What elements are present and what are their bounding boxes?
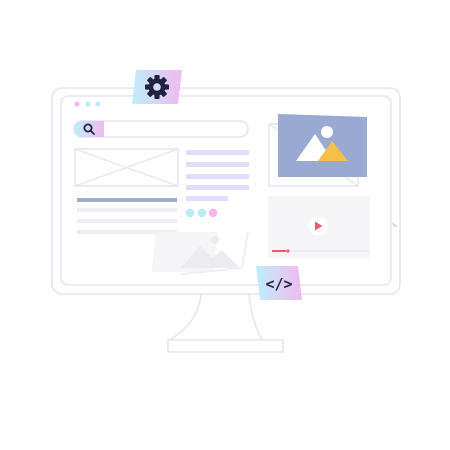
dot-3 [208, 208, 218, 218]
monitor-base [167, 339, 284, 353]
photo-card[interactable] [268, 114, 367, 187]
code-badge[interactable]: </> [256, 266, 302, 300]
gear-icon [145, 75, 169, 99]
pagination-dots[interactable] [185, 208, 218, 218]
illustration-stage: </> [0, 0, 450, 450]
video-player[interactable] [268, 196, 370, 258]
code-icon: </> [265, 275, 292, 293]
dot-2 [197, 208, 207, 218]
window-dot-cyan-2 [95, 101, 101, 107]
window-dot-pink [74, 101, 80, 107]
web-development-illustration: </> [51, 70, 401, 353]
window-dots [74, 101, 101, 107]
settings-badge[interactable] [132, 70, 182, 104]
video-progress-knob [286, 249, 290, 253]
dot-1 [185, 208, 195, 218]
monitor-stand [167, 293, 284, 353]
search-bar[interactable] [73, 120, 249, 138]
window-dot-cyan [85, 101, 91, 107]
